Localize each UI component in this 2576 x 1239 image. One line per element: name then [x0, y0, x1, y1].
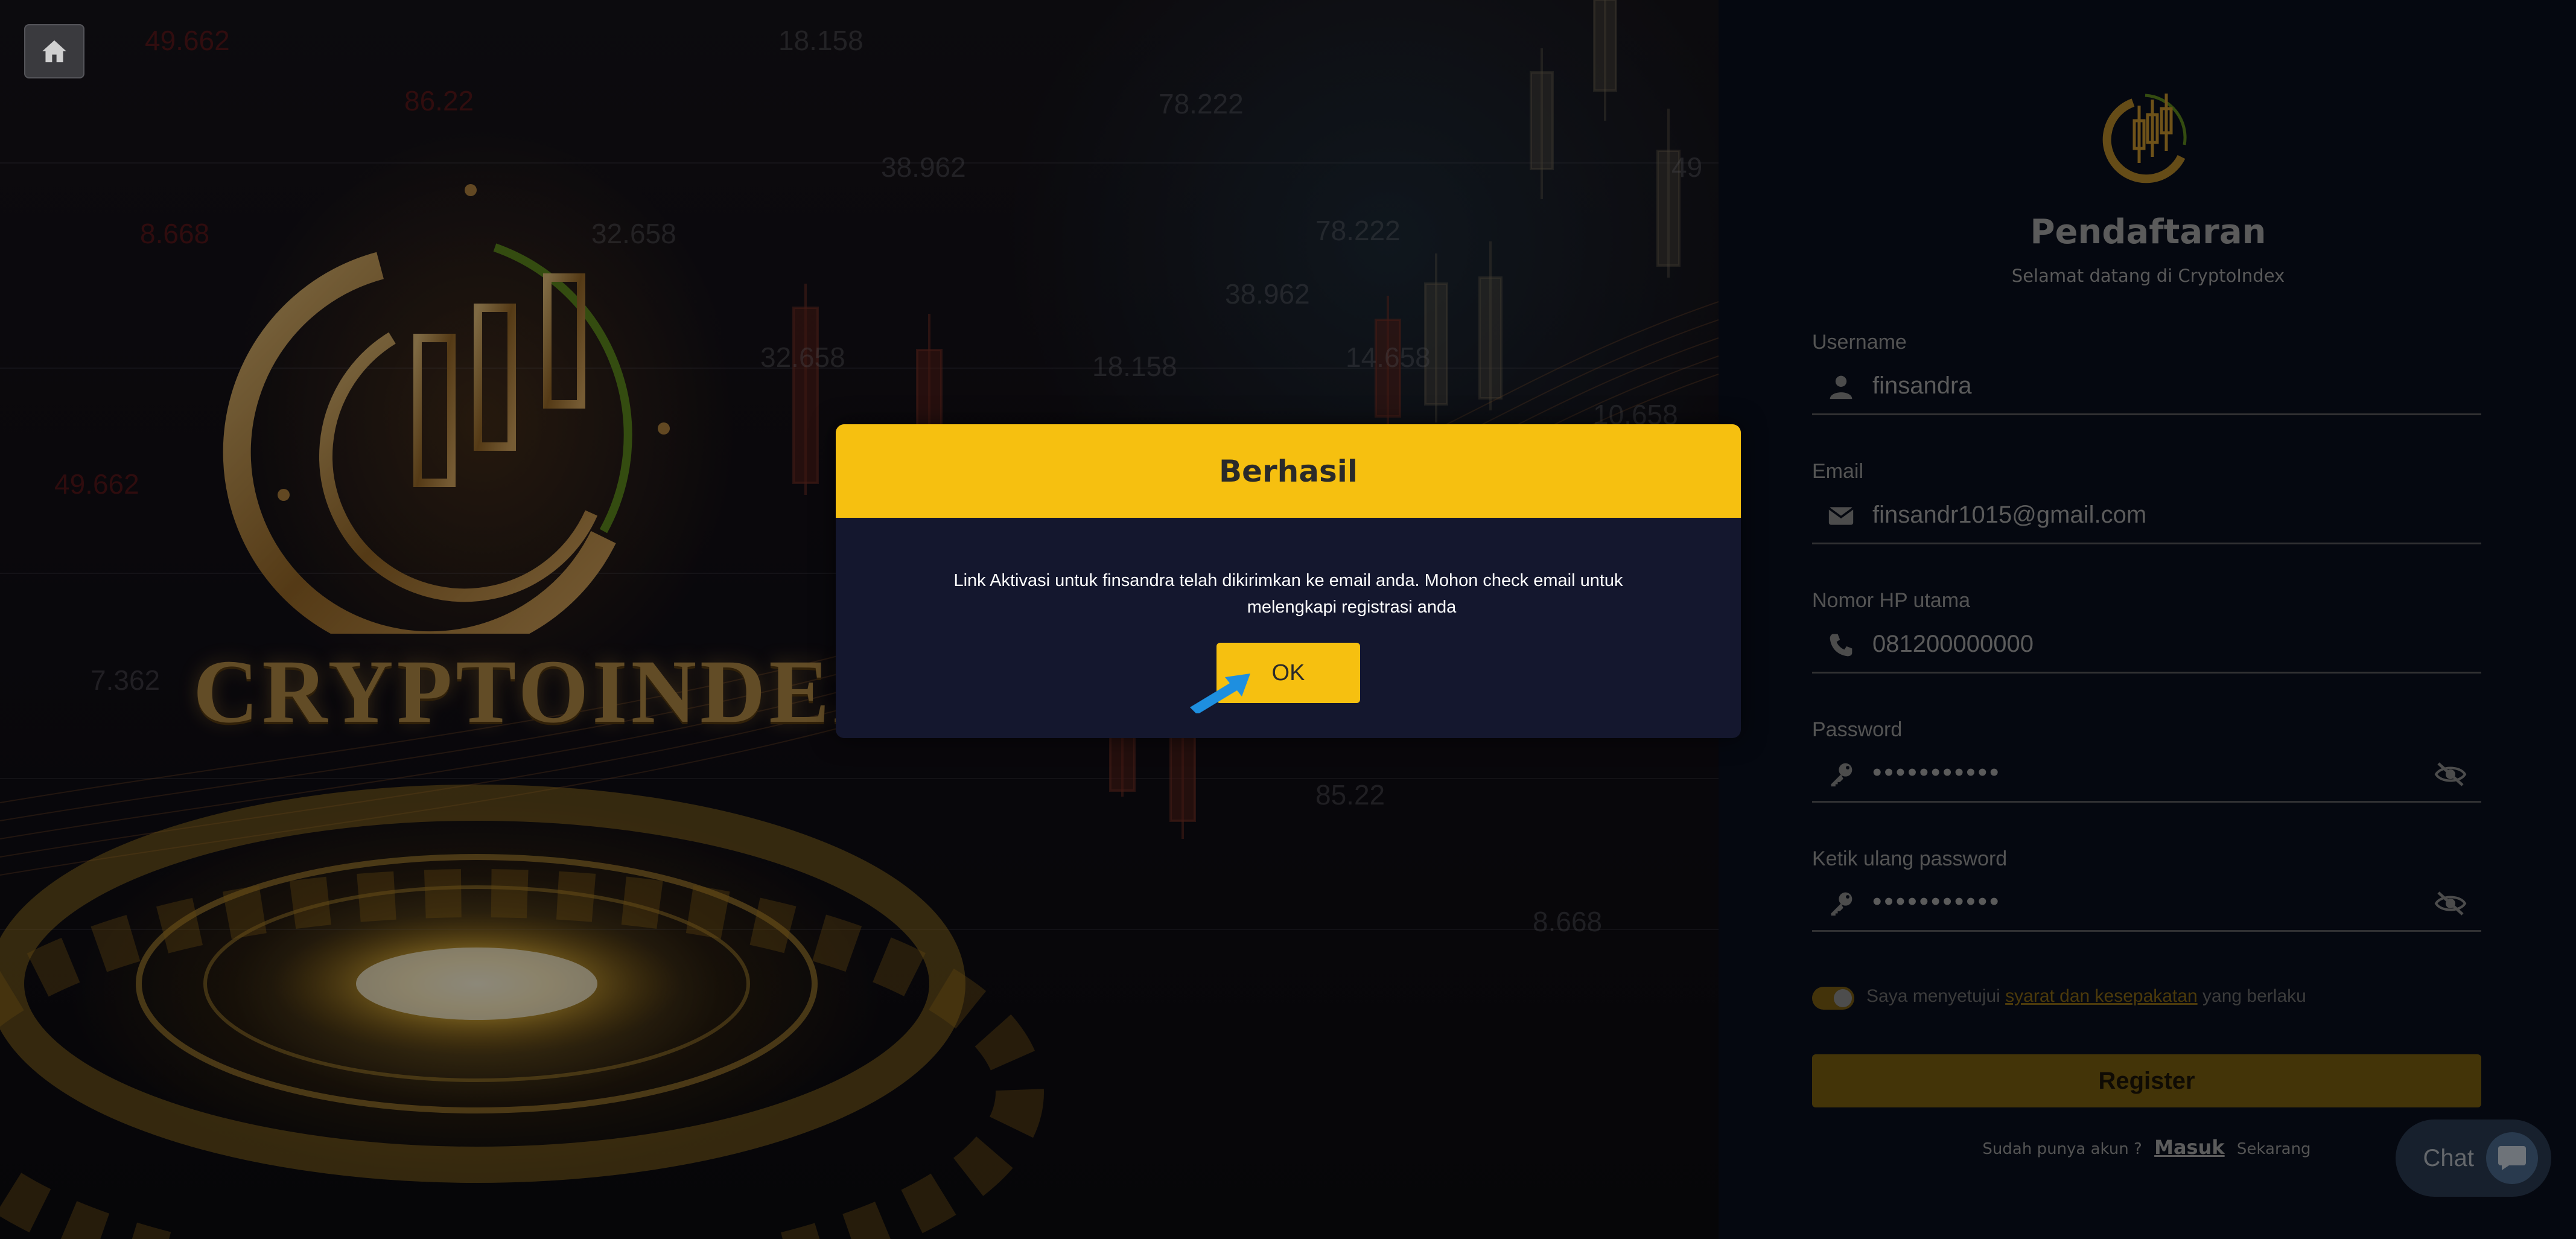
dialog-header: Berhasil [836, 424, 1741, 518]
dialog-message-line2: melengkapi registrasi anda [1247, 597, 1457, 617]
dialog-message: Link Aktivasi untuk finsandra telah diki… [836, 567, 1741, 620]
dialog-title: Berhasil [1218, 453, 1358, 489]
home-icon [42, 40, 66, 63]
home-button[interactable] [24, 24, 84, 78]
pointer-arrow-icon [1190, 674, 1250, 713]
success-dialog: Berhasil Link Aktivasi untuk finsandra t… [836, 424, 1741, 738]
dialog-message-line1: Link Aktivasi untuk finsandra telah diki… [953, 571, 1623, 590]
